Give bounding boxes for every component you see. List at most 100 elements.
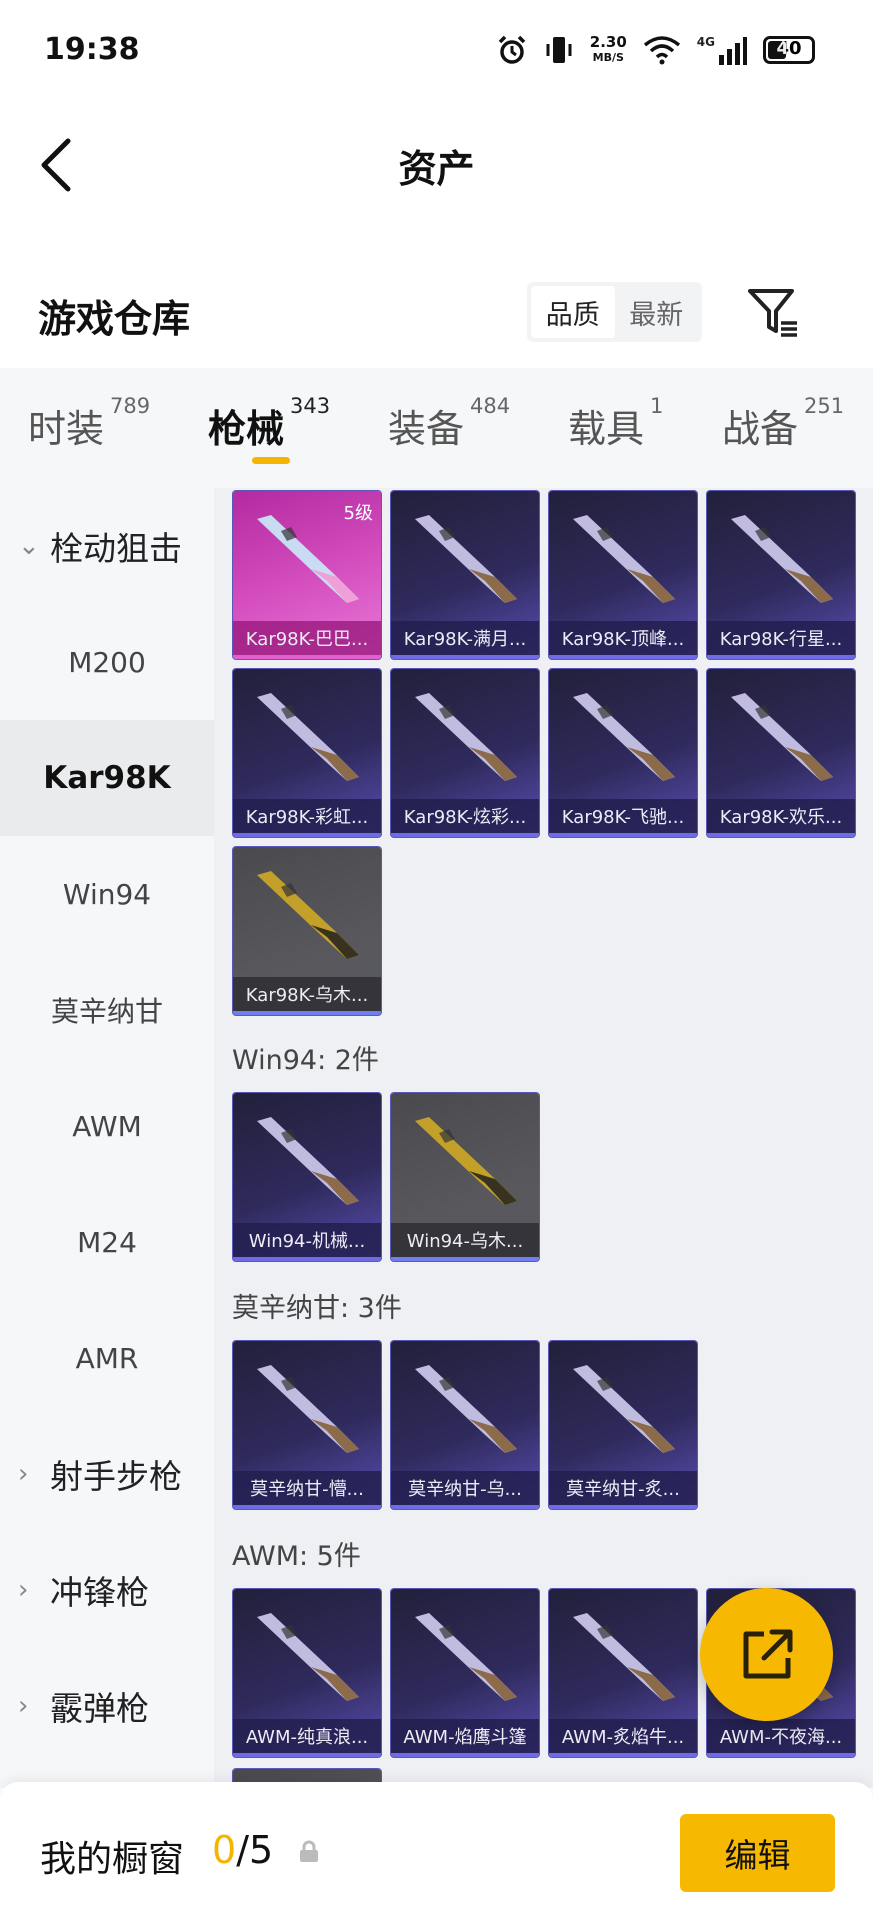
tab-outfits[interactable]: 时装789 (28, 394, 150, 453)
item-card[interactable]: 莫辛纳甘-懵... (232, 1340, 382, 1510)
sidebar-item-win94[interactable]: Win94 (0, 836, 214, 952)
item-card[interactable]: Kar98K-顶峰... (548, 490, 698, 660)
rifle-image (257, 1365, 359, 1453)
battery-indicator: 40 (763, 36, 815, 64)
sidebar-category-bolt-action[interactable]: ⌄ 栓动狙击 (0, 488, 214, 604)
item-card[interactable]: Win94-机械... (232, 1092, 382, 1262)
item-name: Kar98K-炫彩... (391, 799, 539, 833)
rarity-bar (233, 1753, 381, 1757)
rarity-bar (549, 1753, 697, 1757)
signal-icon (719, 37, 747, 65)
active-tab-indicator (252, 457, 290, 464)
rifle-image (257, 871, 359, 959)
group-label-win94: Win94: 2件 (232, 1045, 379, 1076)
wifi-icon (643, 36, 680, 65)
item-card[interactable]: Kar98K-乌木... (232, 846, 382, 1016)
tab-vehicles[interactable]: 载具1 (568, 394, 663, 453)
rarity-bar (549, 1505, 697, 1509)
sort-quality-button[interactable]: 品质 (531, 286, 615, 338)
showcase-bar: 我的橱窗 0/5 编辑 (0, 1782, 873, 1920)
item-name: Kar98K-彩虹... (233, 799, 381, 833)
rarity-bar (391, 833, 539, 837)
rifle-image (731, 515, 833, 603)
sidebar-item-awm[interactable]: AWM (0, 1068, 214, 1184)
cellular-signal: 4G (697, 35, 747, 65)
share-button[interactable] (700, 1588, 833, 1721)
group-label-mosin: 莫辛纳甘: 3件 (232, 1293, 402, 1324)
vibrate-icon (546, 37, 572, 63)
item-name: Kar98K-满月... (391, 621, 539, 655)
sort-toggle: 品质 最新 (527, 282, 702, 342)
item-card[interactable]: Win94-乌木... (390, 1092, 540, 1262)
item-name: Win94-乌木... (391, 1223, 539, 1257)
rifle-image (573, 1365, 675, 1453)
page-title: 资产 (398, 147, 475, 191)
sort-newest-button[interactable]: 最新 (615, 286, 699, 338)
item-card[interactable]: Kar98K-满月... (390, 490, 540, 660)
sidebar-item-mosin[interactable]: 莫辛纳甘 (0, 952, 214, 1068)
rifle-image (415, 1613, 517, 1701)
rifle-image (257, 693, 359, 781)
tab-equipment[interactable]: 装备484 (388, 394, 510, 453)
group-label-awm: AWM: 5件 (232, 1541, 361, 1572)
item-card[interactable]: AWM-炙焰牛... (548, 1588, 698, 1758)
showcase-label: 我的橱窗 (40, 1839, 185, 1880)
rarity-bar (707, 833, 855, 837)
item-name: Kar98K-巴巴... (233, 621, 381, 655)
rarity-bar (391, 1257, 539, 1261)
tab-supplies[interactable]: 战备251 (722, 394, 844, 453)
rifle-image (573, 693, 675, 781)
rifle-image (415, 693, 517, 781)
rarity-bar (549, 833, 697, 837)
chevron-right-icon: › (18, 1691, 29, 1721)
item-card[interactable]: Kar98K-行星... (706, 490, 856, 660)
sidebar-item-m24[interactable]: M24 (0, 1184, 214, 1300)
rarity-bar (233, 1257, 381, 1261)
rifle-image (415, 515, 517, 603)
rarity-bar (391, 1505, 539, 1509)
rarity-bar (391, 1753, 539, 1757)
sidebar-item-m200[interactable]: M200 (0, 604, 214, 720)
item-name: 莫辛纳甘-懵... (233, 1471, 381, 1505)
filter-button[interactable] (745, 285, 801, 341)
item-name: Win94-机械... (233, 1223, 381, 1257)
chevron-down-icon: ⌄ (18, 531, 40, 561)
status-icons: 2.30 MB/S 4G 40 (496, 34, 815, 66)
rifle-image (415, 1117, 517, 1205)
item-card[interactable]: 莫辛纳甘-炙... (548, 1340, 698, 1510)
item-card[interactable]: 莫辛纳甘-乌... (390, 1340, 540, 1510)
sidebar-item-kar98k[interactable]: Kar98K (0, 720, 214, 836)
rifle-image (731, 693, 833, 781)
sidebar-item-amr[interactable]: AMR (0, 1300, 214, 1416)
rarity-bar (391, 655, 539, 659)
item-card[interactable]: Kar98K-彩虹... (232, 668, 382, 838)
external-link-icon (743, 1629, 792, 1678)
rarity-bar (233, 833, 381, 837)
item-card[interactable]: AWM-纯真浪... (232, 1588, 382, 1758)
sidebar-category-marksman[interactable]: › 射手步枪 (0, 1416, 214, 1532)
item-name: Kar98K-顶峰... (549, 621, 697, 655)
rarity-bar (707, 655, 855, 659)
rarity-bar (707, 1753, 855, 1757)
item-name: AWM-纯真浪... (233, 1719, 381, 1753)
rarity-bar (233, 1011, 381, 1015)
item-name: 莫辛纳甘-炙... (549, 1471, 697, 1505)
item-card[interactable]: AWM-焰鹰斗篷 (390, 1588, 540, 1758)
item-card[interactable]: Kar98K-欢乐... (706, 668, 856, 838)
weapon-sidebar: ⌄ 栓动狙击 M200 Kar98K Win94 莫辛纳甘 AWM M24 AM… (0, 488, 214, 1788)
item-name: Kar98K-乌木... (233, 977, 381, 1011)
item-card[interactable]: Kar98K-飞驰... (548, 668, 698, 838)
item-card[interactable]: 5级 Kar98K-巴巴... (232, 490, 382, 660)
showcase-count: 0/5 (212, 1828, 274, 1872)
rifle-image (573, 1613, 675, 1701)
sidebar-category-smg[interactable]: › 冲锋枪 (0, 1532, 214, 1648)
edit-button[interactable]: 编辑 (680, 1814, 835, 1892)
tab-firearms[interactable]: 枪械343 (208, 394, 330, 453)
lock-icon (300, 1840, 318, 1862)
rarity-bar (233, 1505, 381, 1509)
item-name: AWM-不夜海... (707, 1719, 855, 1753)
item-card[interactable]: Kar98K-炫彩... (390, 668, 540, 838)
sidebar-category-shotgun[interactable]: › 霰弹枪 (0, 1648, 214, 1764)
warehouse-title: 游戏仓库 (38, 297, 191, 341)
item-name: AWM-焰鹰斗篷 (391, 1719, 539, 1753)
